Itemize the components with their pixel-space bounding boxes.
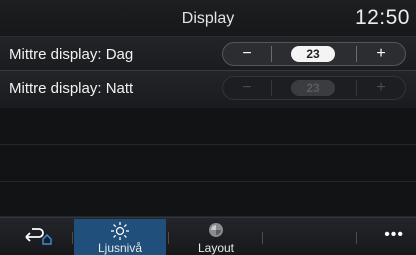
- empty-row: [0, 182, 416, 217]
- stepper-divider: [356, 80, 357, 96]
- setting-label-night: Mittre display: Natt: [9, 80, 134, 97]
- more-options-button[interactable]: •••: [384, 226, 404, 244]
- day-plus-button[interactable]: +: [361, 43, 401, 65]
- header-bar: Display 12:50: [0, 0, 416, 37]
- setting-label-day: Mittre display: Dag: [9, 46, 134, 63]
- bar-divider: [262, 232, 263, 244]
- night-brightness-stepper: − 23 +: [222, 76, 406, 100]
- empty-row: [0, 145, 416, 182]
- day-brightness-stepper: − 23 +: [222, 42, 406, 66]
- bar-divider: [72, 232, 73, 244]
- back-arrow-icon: [25, 228, 52, 245]
- setting-row-night: Mittre display: Natt − 23 +: [0, 70, 416, 109]
- day-brightness-value: 23: [291, 46, 335, 62]
- display-settings-screen: Display 12:50 Mittre display: Dag − 23 +…: [0, 0, 416, 255]
- clock: 12:50: [354, 6, 410, 29]
- bar-divider: [356, 232, 357, 244]
- tab-layout-label: Layout: [197, 241, 235, 255]
- page-title: Display: [181, 10, 235, 27]
- tab-layout[interactable]: Layout: [170, 219, 262, 255]
- bar-divider: [168, 232, 169, 244]
- tab-brightness-label: Ljusnivå: [97, 241, 143, 255]
- bottom-bar: Ljusnivå Layout •••: [0, 217, 416, 255]
- night-brightness-value: 23: [291, 80, 335, 96]
- stepper-divider: [356, 46, 357, 62]
- night-plus-button: +: [376, 79, 386, 96]
- empty-row: [0, 108, 416, 145]
- night-minus-button: −: [242, 79, 252, 96]
- stepper-divider: [271, 46, 272, 62]
- back-home-button[interactable]: [22, 227, 54, 247]
- day-minus-button[interactable]: −: [227, 43, 267, 65]
- tab-brightness[interactable]: Ljusnivå: [74, 219, 166, 255]
- layout-icon: [206, 221, 226, 242]
- stepper-divider: [271, 80, 272, 96]
